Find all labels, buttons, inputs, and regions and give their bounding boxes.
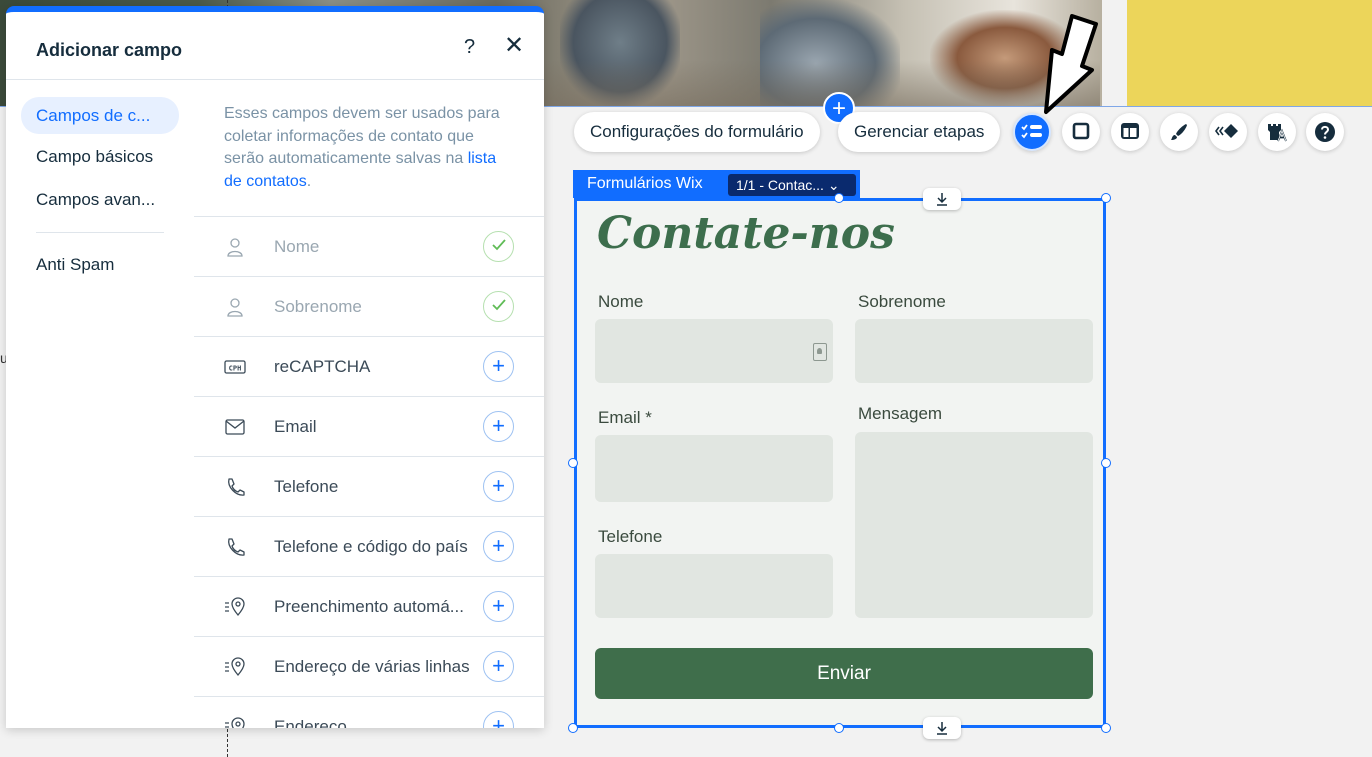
sidebar-item-contact-fields[interactable]: Campos de c... — [21, 97, 179, 134]
location-icon — [224, 657, 246, 677]
resize-handle-top[interactable] — [834, 193, 844, 203]
field-label: Endereço de várias linhas — [274, 657, 470, 676]
field-label: Sobrenome — [274, 297, 362, 316]
field-label: Preenchimento automá... — [274, 597, 464, 616]
field-row-recaptcha[interactable]: CPH reCAPTCHA + — [194, 337, 544, 397]
add-field-button[interactable]: + — [483, 471, 514, 502]
field-row-phone[interactable]: Telefone + — [194, 457, 544, 517]
message-textarea[interactable] — [855, 432, 1093, 618]
layout-button[interactable] — [1111, 113, 1149, 151]
phone-label: Telefone — [598, 527, 663, 546]
email-label: Email * — [598, 408, 652, 427]
download-icon — [935, 193, 949, 210]
add-field-button[interactable]: + — [483, 651, 514, 682]
contact-card-icon — [813, 343, 827, 361]
layout-frame-button[interactable] — [1062, 113, 1100, 151]
added-check-icon — [483, 291, 514, 322]
field-label: Email — [274, 417, 317, 436]
field-row-first-name[interactable]: Nome — [194, 217, 544, 277]
download-icon — [935, 722, 949, 739]
panel-header: Adicionar campo ? ✕ — [6, 12, 544, 80]
envelope-icon — [224, 417, 246, 437]
add-field-panel: Adicionar campo ? ✕ Campos de c... Campo… — [6, 6, 544, 728]
design-button[interactable] — [1160, 113, 1198, 151]
add-field-button[interactable]: + — [483, 711, 514, 728]
stretch-top-tab[interactable] — [923, 188, 961, 210]
panel-sidebar: Campos de c... Campo básicos Campos avan… — [6, 81, 194, 728]
message-label: Mensagem — [858, 404, 943, 423]
square-icon — [1072, 122, 1090, 144]
submit-button[interactable]: Enviar — [595, 648, 1093, 699]
add-field-button[interactable]: + — [483, 411, 514, 442]
add-field-button[interactable]: + — [483, 351, 514, 382]
checklist-icon — [1021, 124, 1043, 145]
sidebar-item-basic-fields[interactable]: Campo básicos — [21, 138, 179, 175]
layout-icon — [1120, 123, 1140, 144]
first-name-label: Nome — [598, 292, 644, 311]
animation-icon — [1215, 124, 1241, 144]
last-name-input[interactable] — [855, 319, 1093, 383]
animation-button[interactable] — [1209, 113, 1247, 151]
captcha-icon: CPH — [224, 357, 246, 377]
add-field-button[interactable]: + — [483, 591, 514, 622]
wix-forms-label-text: Formulários Wix — [587, 175, 703, 192]
field-row-phone-country-code[interactable]: Telefone e código do país + — [194, 517, 544, 577]
last-name-label: Sobrenome — [858, 292, 946, 311]
field-row-address-autocomplete[interactable]: Preenchimento automá... + — [194, 577, 544, 637]
help-toolbar-button[interactable] — [1306, 113, 1344, 151]
field-label: Endereço — [274, 717, 347, 728]
manage-steps-button[interactable]: Gerenciar etapas — [838, 112, 1001, 152]
add-fields-button[interactable] — [1013, 113, 1051, 151]
field-row-address[interactable]: Endereço + — [194, 697, 544, 728]
location-icon — [224, 597, 246, 617]
field-label: Telefone e código do país — [274, 537, 468, 556]
yellow-strip — [1127, 0, 1372, 106]
panel-description: Esses campos devem ser usados para colet… — [194, 81, 544, 217]
description-end: . — [306, 172, 312, 190]
add-field-button[interactable]: + — [483, 531, 514, 562]
close-button[interactable]: ✕ — [504, 34, 524, 58]
field-label: Nome — [274, 237, 320, 256]
first-name-input[interactable] — [595, 319, 833, 383]
help-button[interactable]: ? — [464, 36, 475, 59]
field-label: Telefone — [274, 477, 339, 496]
sidebar-item-anti-spam[interactable]: Anti Spam — [21, 246, 179, 283]
brush-icon — [1169, 124, 1189, 146]
resize-handle-top-right[interactable] — [1101, 193, 1111, 203]
phone-icon — [224, 477, 246, 497]
field-row-multiline-address[interactable]: Endereço de várias linhas + — [194, 637, 544, 697]
resize-handle-bottom[interactable] — [834, 723, 844, 733]
sidebar-item-advanced-fields[interactable]: Campos avan... — [21, 181, 179, 218]
resize-handle-left[interactable] — [568, 458, 578, 468]
location-icon — [224, 717, 246, 728]
resize-handle-bottom-right[interactable] — [1101, 723, 1111, 733]
captcha-icon-text: CPH — [229, 365, 242, 373]
wix-forms-label[interactable]: Formulários Wix 1/1 - Contac... ⌄ — [573, 170, 860, 198]
field-row-last-name[interactable]: Sobrenome — [194, 277, 544, 337]
form-settings-button[interactable]: Configurações do formulário — [574, 112, 820, 152]
castle-translate-icon — [1266, 124, 1288, 146]
added-check-icon — [483, 231, 514, 262]
field-label: reCAPTCHA — [274, 357, 371, 376]
description-text: Esses campos devem ser usados para colet… — [224, 105, 500, 167]
phone-input[interactable] — [595, 554, 833, 618]
panel-content: Esses campos devem ser usados para colet… — [194, 81, 544, 728]
form-title: Contate-nos — [597, 208, 895, 259]
person-icon — [224, 297, 246, 317]
sidebar-divider — [36, 232, 164, 233]
question-icon — [1314, 122, 1336, 147]
phone-icon — [224, 537, 246, 557]
translate-button[interactable] — [1258, 113, 1296, 151]
resize-handle-right[interactable] — [1101, 458, 1111, 468]
annotation-arrow-icon — [1044, 14, 1098, 114]
field-row-email[interactable]: Email + — [194, 397, 544, 457]
panel-title: Adicionar campo — [36, 40, 183, 60]
resize-handle-bottom-left[interactable] — [568, 723, 578, 733]
stretch-bottom-tab[interactable] — [923, 717, 961, 739]
person-icon — [224, 237, 246, 257]
email-input[interactable] — [595, 435, 833, 502]
